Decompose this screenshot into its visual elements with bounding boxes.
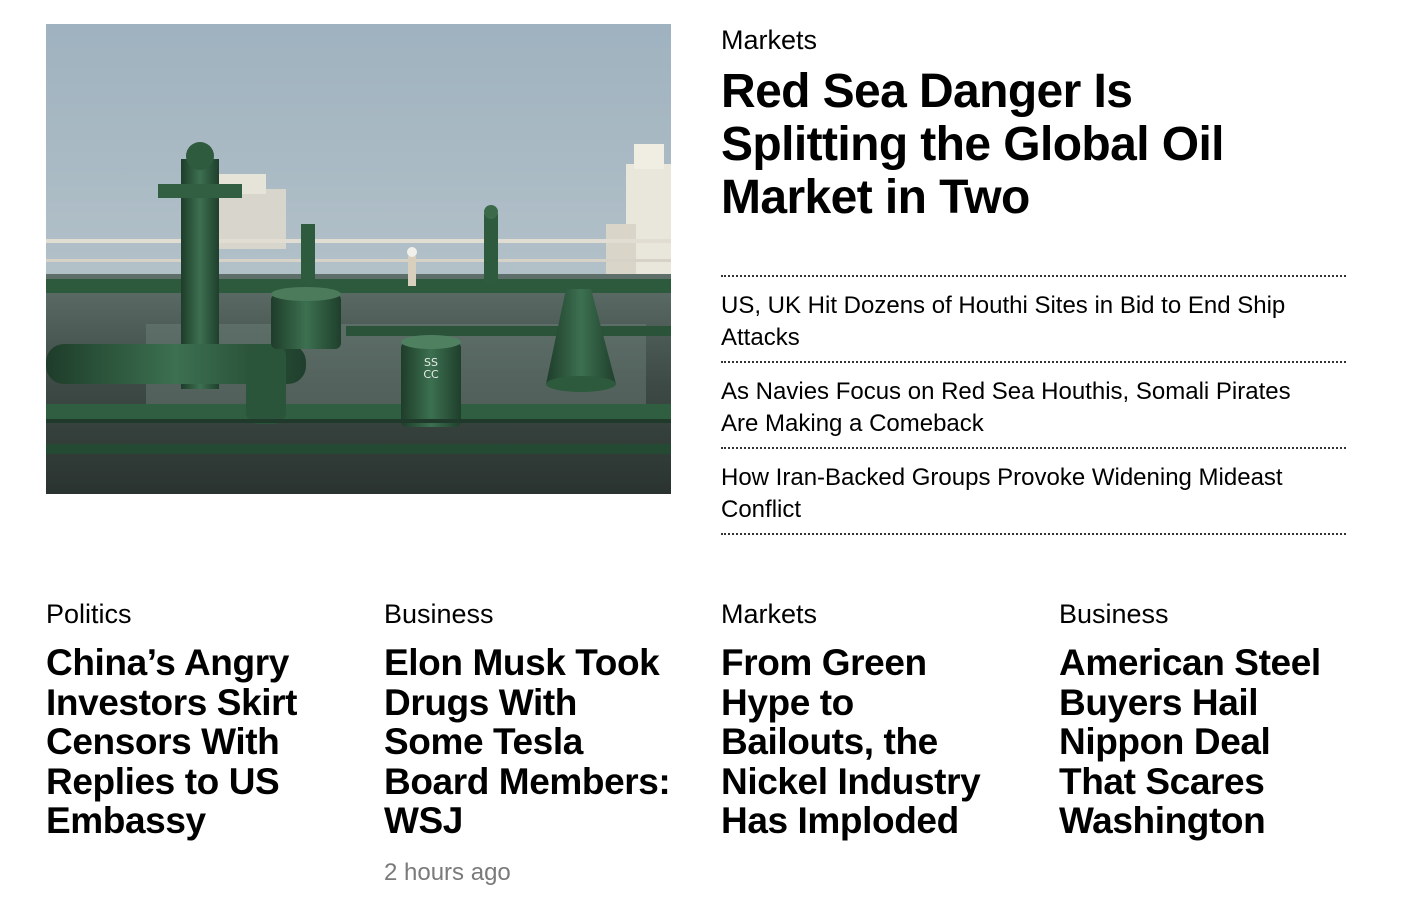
- lead-section-label[interactable]: Markets: [721, 24, 1346, 56]
- story-section-label[interactable]: Politics: [46, 598, 336, 630]
- story-headline[interactable]: American Steel Buyers Hail Nippon Deal T…: [1059, 643, 1349, 841]
- related-stories-list: US, UK Hit Dozens of Houthi Sites in Bid…: [721, 275, 1346, 535]
- story-headline[interactable]: Elon Musk Took Drugs With Some Tesla Boa…: [384, 643, 674, 841]
- story-card: Politics China’s Angry Investors Skirt C…: [46, 598, 336, 841]
- svg-text:CC: CC: [423, 368, 439, 381]
- lead-story-image[interactable]: SS CC: [46, 24, 671, 494]
- story-card: Markets From Green Hype to Bailouts, the…: [721, 598, 1011, 841]
- story-headline[interactable]: China’s Angry Investors Skirt Censors Wi…: [46, 643, 336, 841]
- story-card: Business Elon Musk Took Drugs With Some …: [384, 598, 674, 887]
- related-story-link[interactable]: As Navies Focus on Red Sea Houthis, Soma…: [721, 363, 1346, 449]
- related-story-title: As Navies Focus on Red Sea Houthis, Soma…: [721, 378, 1291, 437]
- related-story-title: How Iran-Backed Groups Provoke Widening …: [721, 464, 1283, 523]
- story-timestamp: 2 hours ago: [384, 858, 511, 886]
- news-page: SS CC Markets Red Sea Danger Is Splittin…: [0, 0, 1402, 914]
- story-card: Business American Steel Buyers Hail Nipp…: [1059, 598, 1349, 841]
- related-story-link[interactable]: How Iran-Backed Groups Provoke Widening …: [721, 449, 1346, 535]
- oil-tanker-deck-photo-icon: SS CC: [46, 24, 671, 494]
- lead-story: Markets Red Sea Danger Is Splitting the …: [721, 24, 1346, 224]
- story-grid: Politics China’s Angry Investors Skirt C…: [46, 598, 1346, 898]
- story-section-label[interactable]: Markets: [721, 598, 1011, 630]
- story-section-label[interactable]: Business: [1059, 598, 1349, 630]
- lead-headline[interactable]: Red Sea Danger Is Splitting the Global O…: [721, 65, 1281, 224]
- story-headline[interactable]: From Green Hype to Bailouts, the Nickel …: [721, 643, 1011, 841]
- related-story-link[interactable]: US, UK Hit Dozens of Houthi Sites in Bid…: [721, 277, 1346, 363]
- related-story-title: US, UK Hit Dozens of Houthi Sites in Bid…: [721, 292, 1286, 351]
- story-section-label[interactable]: Business: [384, 598, 674, 630]
